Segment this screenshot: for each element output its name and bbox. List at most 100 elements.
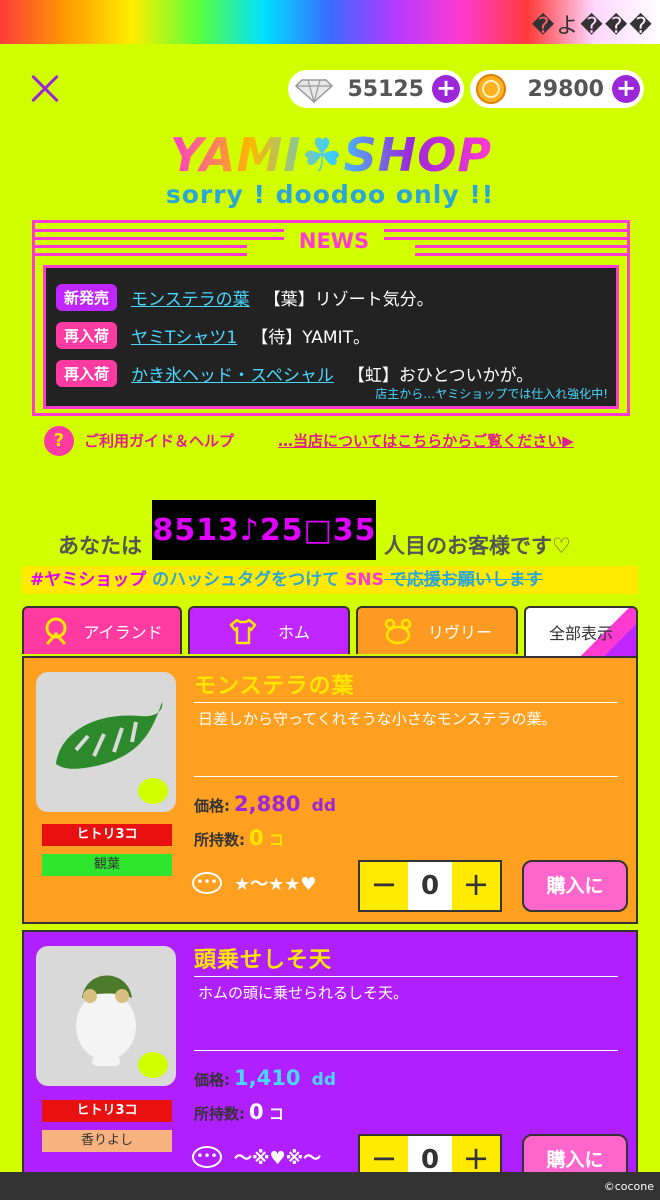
limit-badge: ヒトリ3コ	[42, 824, 172, 846]
close-icon[interactable]	[30, 74, 60, 104]
add-coins-button[interactable]: +	[612, 75, 640, 103]
shop-title: YAMI☘SHOP	[170, 128, 493, 182]
footer-bar	[0, 1172, 660, 1200]
price-unit: dd	[311, 1070, 337, 1090]
owned-label: 所持数:	[194, 1105, 245, 1123]
product-description: 日差しから守ってくれそうな小さなモンステラの葉。	[198, 710, 557, 728]
owned-label: 所持数:	[194, 831, 245, 849]
divider	[194, 976, 618, 977]
news-text: 【待】YAMIT。	[251, 328, 370, 348]
counter-digit: 2	[259, 512, 281, 548]
hashtag-sns: SNS	[345, 570, 384, 590]
news-item: 新発売 モンステラの葉 【葉】リゾート気分。	[56, 284, 434, 311]
product-card: ヒトリ3コ 香りよし 頭乗せしそ天 ホムの頭に乗せられるしそ天。 価格: 1,41…	[22, 930, 638, 1186]
divider	[194, 776, 618, 777]
price-unit: dd	[311, 796, 337, 816]
hashtag-text: #ヤミショップ	[30, 570, 147, 590]
comment-icon[interactable]: •••	[192, 872, 222, 894]
news-panel: 新発売 モンステラの葉 【葉】リゾート気分。 再入荷 ヤミTシャツ1 【待】YA…	[43, 265, 619, 409]
tab-label: リヴリー	[427, 623, 492, 642]
diamond-count: 55125	[347, 76, 424, 102]
island-icon	[45, 617, 67, 646]
limit-badge: ヒトリ3コ	[42, 1100, 172, 1122]
crown-icon	[384, 618, 412, 645]
counter-digit: 5	[174, 512, 196, 548]
news-badge: 再入荷	[56, 322, 118, 349]
tab-livly[interactable]: リヴリー	[356, 606, 518, 654]
tab-label: ホム	[277, 623, 310, 642]
coin-count: 29800	[527, 76, 604, 102]
visitor-prefix: あなたは	[58, 534, 142, 558]
quantity-stepper: − 0 +	[358, 860, 502, 912]
visitor-suffix: 人目のお客様です♡	[384, 534, 571, 558]
owned-row: 所持数: 0 コ	[194, 1100, 284, 1124]
news-item: 再入荷 ヤミTシャツ1 【待】YAMIT。	[56, 322, 370, 349]
owned-value: 0	[249, 1100, 264, 1124]
coin-icon	[476, 74, 506, 104]
counter-digit: ♪	[239, 512, 259, 548]
product-name: 頭乗せしそ天	[194, 948, 333, 973]
decrease-button[interactable]: −	[360, 862, 408, 910]
rating-text: ★〜★★♥	[234, 874, 317, 895]
counter-digit: 3	[217, 512, 239, 548]
counter-digit: 3	[332, 512, 354, 548]
news-title: NEWS	[284, 229, 384, 253]
tab-label: 全部表示	[548, 624, 613, 643]
shirt-icon	[229, 618, 257, 645]
product-card: ヒトリ3コ 観葉 モンステラの葉 日差しから守ってくれそうな小さなモンステラの葉…	[22, 656, 638, 924]
sticker-icon	[138, 778, 168, 804]
news-link[interactable]: モンステラの葉	[131, 285, 250, 310]
owned-row: 所持数: 0 コ	[194, 826, 284, 850]
comment-icon[interactable]: •••	[192, 1146, 222, 1168]
hashtag-banner: #ヤミショップ のハッシュタグをつけて SNS で応援お願いします	[22, 566, 638, 594]
category-badge: 香りよし	[42, 1130, 172, 1152]
tab-hom[interactable]: ホム	[188, 606, 350, 654]
divider	[194, 1050, 618, 1051]
rating-text: 〜※♥※〜	[234, 1148, 322, 1169]
price-row: 価格: 1,410 dd	[194, 1066, 336, 1090]
sticker-icon	[138, 1052, 168, 1078]
counter-digit: 8	[152, 512, 174, 548]
divider	[35, 253, 247, 256]
divider	[415, 253, 627, 256]
owned-unit: コ	[268, 831, 284, 849]
help-icon[interactable]: ?	[44, 426, 74, 456]
hashtag-middle: のハッシュタグをつけて	[146, 570, 346, 590]
coin-balance: 29800 +	[470, 70, 644, 108]
diamond-balance: 55125 +	[288, 70, 464, 108]
diamond-icon	[294, 79, 334, 104]
news-text: 【虹】おひとついかが。	[347, 366, 534, 386]
product-thumbnail	[36, 672, 176, 812]
hashtag-struck: で応援お願いします	[383, 570, 543, 590]
tab-all[interactable]: 全部表示	[524, 606, 638, 656]
owned-unit: コ	[268, 1105, 284, 1123]
help-link[interactable]: ご利用ガイド＆ヘルプ	[84, 430, 234, 451]
banner-text: �よ���	[531, 14, 654, 39]
news-badge: 新発売	[56, 284, 118, 311]
tab-island[interactable]: アイランド	[22, 606, 182, 654]
news-text: 【葉】リゾート気分。	[263, 290, 434, 310]
price-value: 1,410	[234, 1066, 301, 1090]
store-info-link[interactable]: …当店についてはこちらからご覧ください▶	[278, 430, 574, 451]
price-value: 2,880	[234, 792, 301, 816]
rainbow-banner: �よ���	[0, 0, 660, 44]
price-label: 価格:	[194, 1071, 230, 1089]
tab-label: アイランド	[83, 623, 163, 642]
news-badge: 再入荷	[56, 360, 118, 387]
news-link[interactable]: かき氷ヘッド・スペシャル	[131, 361, 334, 386]
counter-digit: □	[303, 512, 332, 548]
counter-digit: 5	[354, 512, 376, 548]
owned-value: 0	[249, 826, 264, 850]
product-thumbnail	[36, 946, 176, 1086]
counter-digit: 5	[281, 512, 303, 548]
news-link[interactable]: ヤミTシャツ1	[131, 323, 237, 348]
buy-button[interactable]: 購入に	[522, 860, 628, 912]
counter-digit: 1	[196, 512, 217, 548]
add-diamonds-button[interactable]: +	[432, 75, 460, 103]
copyright-text: ©cocone	[603, 1180, 654, 1193]
increase-button[interactable]: +	[452, 862, 500, 910]
product-name: モンステラの葉	[194, 674, 355, 699]
quantity-value[interactable]: 0	[408, 862, 452, 910]
news-item: 再入荷 かき氷ヘッド・スペシャル 【虹】おひとついかが。	[56, 360, 533, 387]
divider	[415, 245, 627, 248]
